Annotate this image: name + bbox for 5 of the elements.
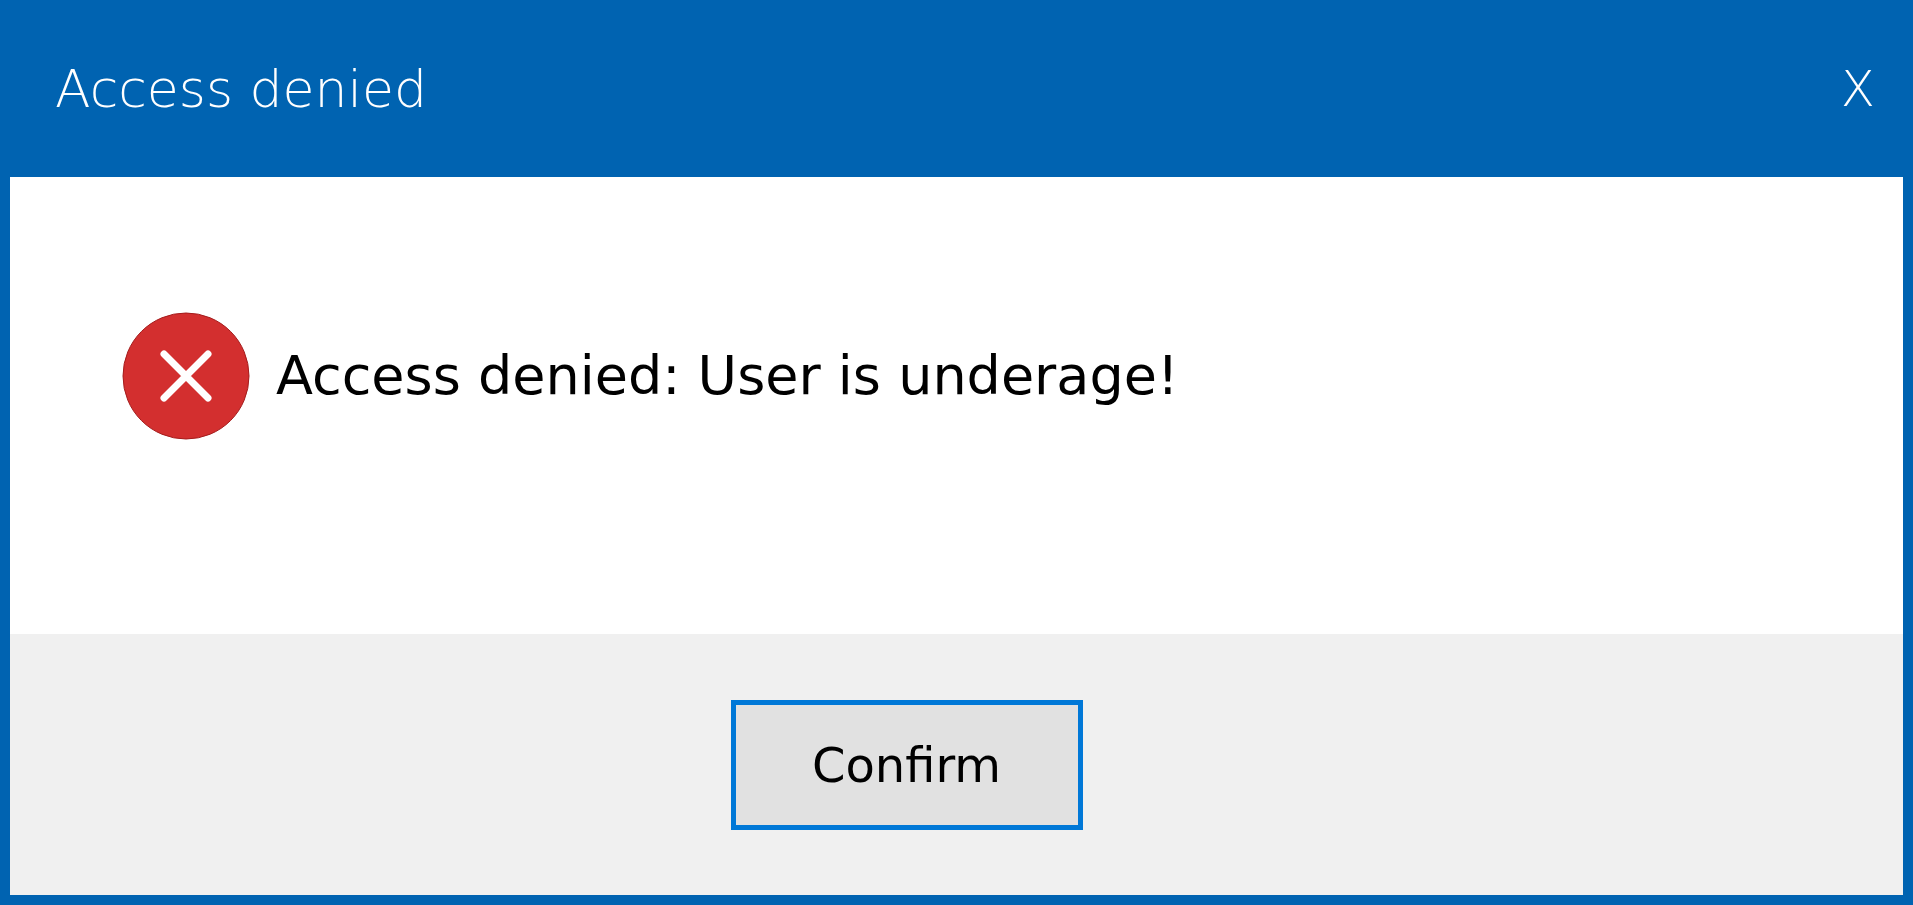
error-icon: [122, 311, 250, 440]
window-title: Access denied: [55, 58, 427, 119]
close-button[interactable]: X: [1830, 59, 1885, 118]
confirm-button[interactable]: Confirm: [730, 699, 1083, 830]
error-message: Access denied: User is underage!: [276, 344, 1179, 407]
